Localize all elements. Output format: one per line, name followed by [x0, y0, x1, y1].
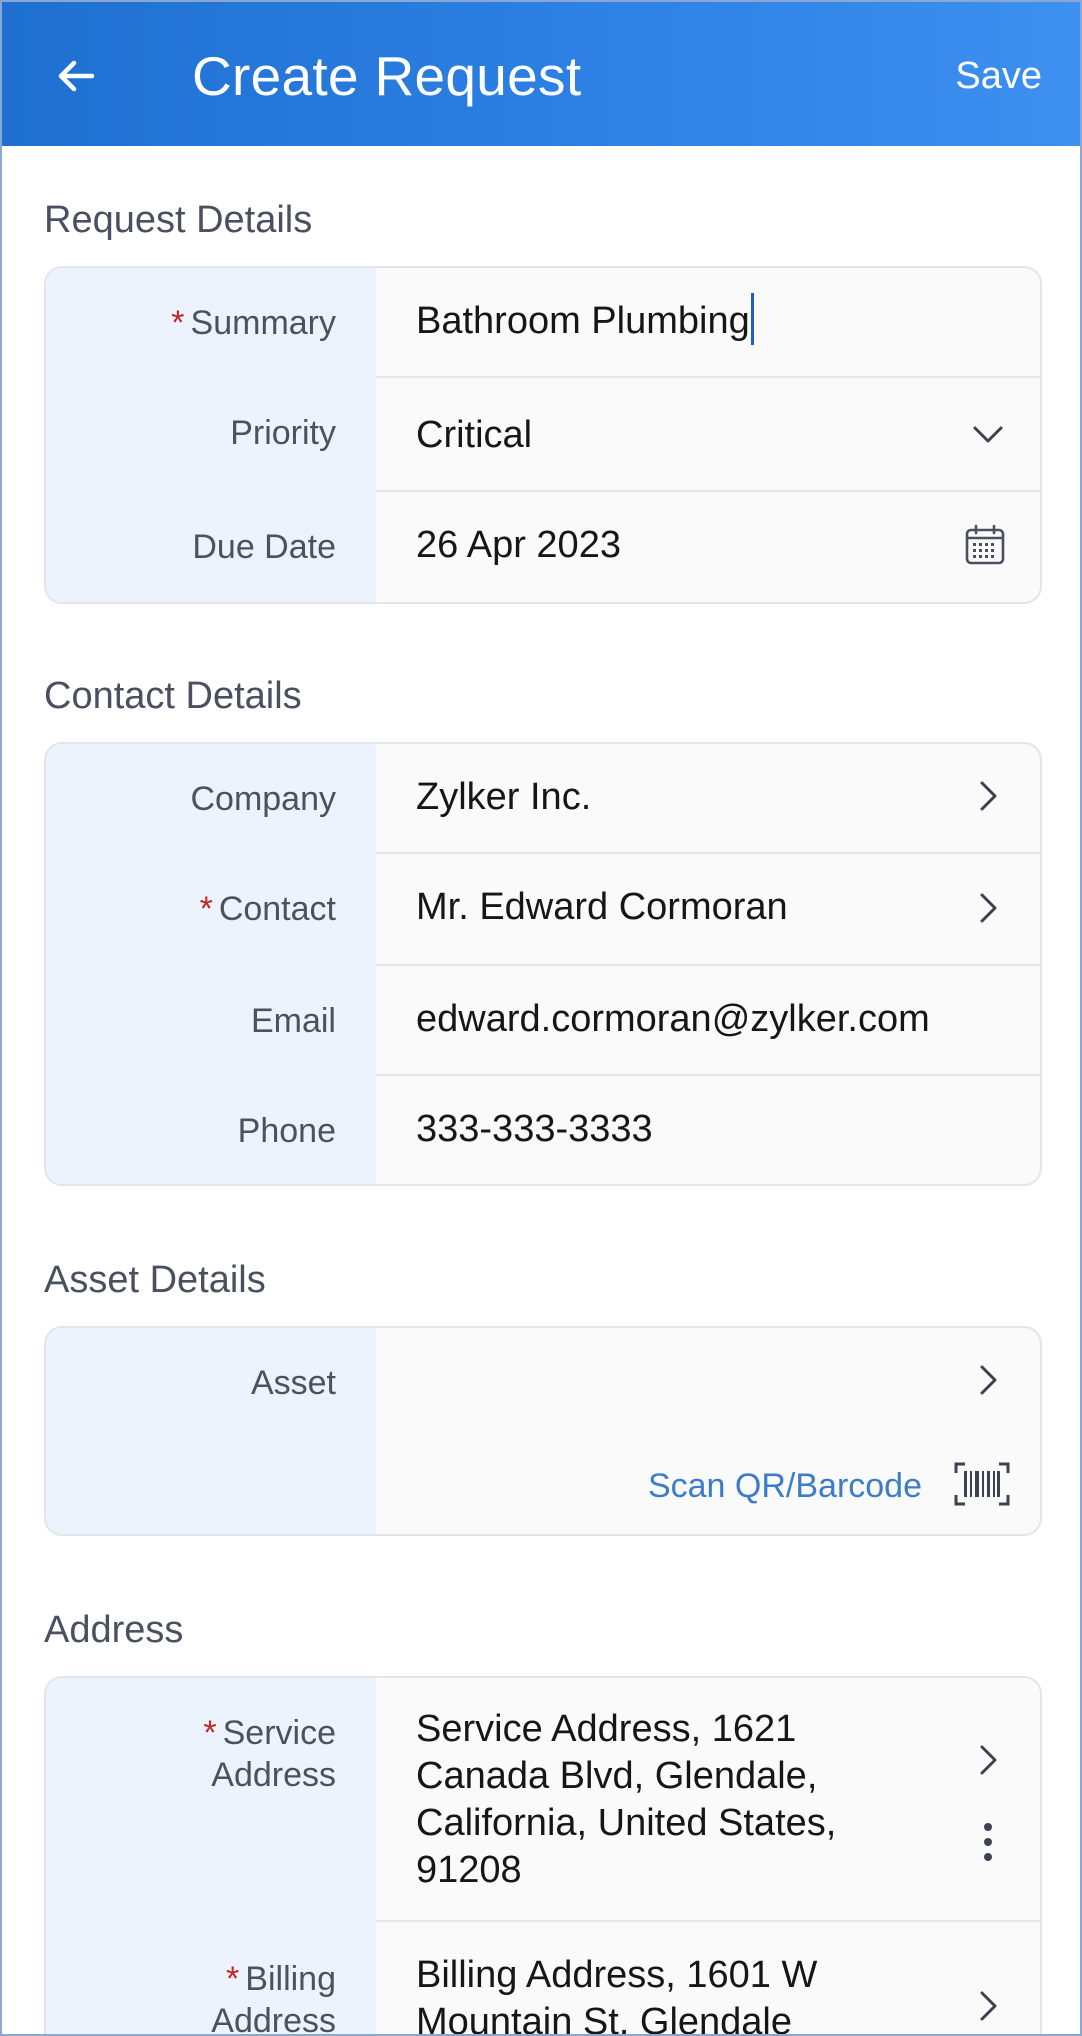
barcode-scan-icon[interactable]	[954, 1460, 1010, 1508]
chevron-right-icon[interactable]	[970, 1988, 1006, 2024]
address-card: * Service Address Service Address, 1621 C…	[44, 1676, 1042, 2036]
summary-row[interactable]: * Summary Bathroom Plumbing	[46, 268, 1040, 378]
contact-field[interactable]: Mr. Edward Cormoran	[416, 884, 960, 931]
company-field[interactable]: Zylker Inc.	[416, 774, 960, 821]
asset-label: Asset	[250, 1364, 336, 1402]
chevron-right-icon[interactable]	[970, 890, 1006, 926]
service-address-label: * Service Address	[203, 1714, 336, 1794]
due-date-label: Due Date	[192, 528, 336, 566]
phone-value: 333-333-3333	[416, 1108, 653, 1150]
due-date-row[interactable]: Due Date 26 Apr 2023	[46, 492, 1040, 602]
company-label: Company	[190, 780, 336, 818]
billing-address-value[interactable]: Billing Address, 1601 W Mountain St, Gle…	[416, 1952, 910, 2034]
priority-select[interactable]: Critical	[416, 412, 960, 459]
contact-details-card: Company Zylker Inc. * Contact Mr. Edward …	[44, 742, 1042, 1186]
phone-row: Phone 333-333-3333	[46, 1076, 1040, 1184]
more-vertical-icon[interactable]	[970, 1823, 1006, 1861]
required-star: *	[226, 1960, 240, 1998]
contact-label: * Contact	[199, 890, 336, 928]
save-button[interactable]: Save	[955, 48, 1042, 104]
request-details-card: * Summary Bathroom Plumbing Priority Crit…	[44, 266, 1042, 604]
arrow-left-icon	[58, 60, 95, 92]
asset-details-card: Asset Scan QR/Barcode	[44, 1326, 1042, 1536]
summary-input[interactable]: Bathroom Plumbing	[416, 292, 960, 345]
billing-address-row[interactable]: * Billing Address Billing Address, 1601 W…	[46, 1922, 1040, 2036]
due-date-field[interactable]: 26 Apr 2023	[416, 522, 960, 569]
chevron-down-icon[interactable]	[970, 416, 1006, 452]
chevron-right-icon[interactable]	[970, 1742, 1006, 1778]
back-button[interactable]	[42, 42, 110, 110]
email-row: Email edward.cormoran@zylker.com	[46, 966, 1040, 1076]
required-star: *	[203, 1714, 217, 1752]
app-screen: Create Request Save Request Details * Sum…	[0, 0, 1082, 2036]
email-label: Email	[250, 1002, 336, 1040]
app-bar: Create Request Save	[2, 2, 1080, 146]
priority-row[interactable]: Priority Critical	[46, 378, 1040, 492]
section-heading-request-details: Request Details	[44, 199, 313, 241]
calendar-icon[interactable]	[964, 524, 1006, 566]
chevron-right-icon[interactable]	[970, 1362, 1006, 1398]
contact-row[interactable]: * Contact Mr. Edward Cormoran	[46, 854, 1040, 966]
text-cursor	[750, 292, 754, 345]
asset-row[interactable]: Asset	[46, 1328, 1040, 1438]
required-star: *	[171, 304, 185, 342]
phone-label: Phone	[237, 1112, 336, 1150]
service-address-row[interactable]: * Service Address Service Address, 1621 C…	[46, 1678, 1040, 1920]
priority-label: Priority	[230, 414, 336, 452]
section-heading-contact-details: Contact Details	[44, 675, 302, 717]
company-row[interactable]: Company Zylker Inc.	[46, 744, 1040, 854]
summary-label: * Summary	[171, 304, 336, 342]
section-heading-asset-details: Asset Details	[44, 1259, 266, 1301]
required-star: *	[199, 890, 213, 928]
service-address-value[interactable]: Service Address, 1621 Canada Blvd, Glend…	[416, 1706, 910, 1894]
billing-address-label: * Billing Address	[211, 1960, 336, 2036]
scan-qr-barcode-link[interactable]: Scan QR/Barcode	[648, 1464, 922, 1508]
page-title: Create Request	[192, 45, 582, 107]
email-value: edward.cormoran@zylker.com	[416, 998, 930, 1040]
section-heading-address: Address	[44, 1609, 184, 1651]
chevron-right-icon[interactable]	[970, 778, 1006, 814]
